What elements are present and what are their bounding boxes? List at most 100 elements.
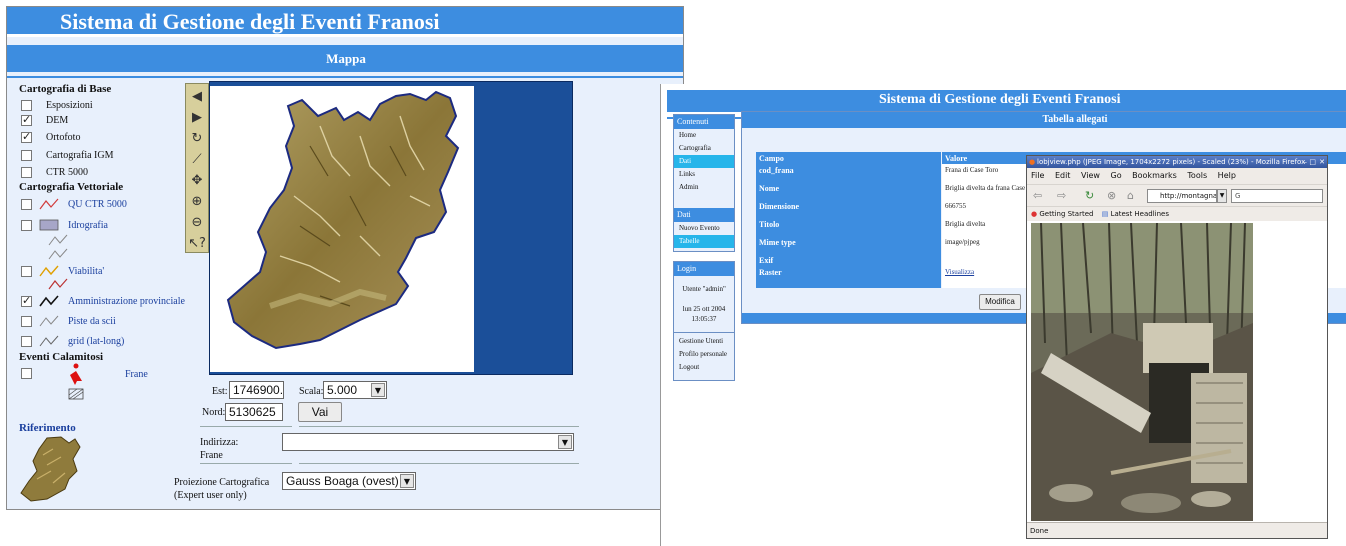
nav-item-dati[interactable]: Dati — [674, 155, 734, 168]
nav-item-tabelle[interactable]: Tabelle — [674, 235, 734, 248]
layer-idrografia[interactable]: Idrografia — [21, 217, 108, 233]
layer-checkbox[interactable] — [21, 335, 32, 347]
projection-select[interactable]: Gauss Boaga (ovest) ▼ — [282, 472, 416, 490]
menu-help[interactable]: Help — [1218, 171, 1236, 180]
layer-checkbox[interactable] — [21, 265, 32, 277]
url-dropdown-icon[interactable]: ▼ — [1217, 189, 1227, 203]
layer-esposizioni[interactable]: Esposizioni — [21, 97, 93, 113]
row-key: Titolo — [756, 218, 942, 236]
zoom-in-icon[interactable]: ⊕ — [187, 191, 207, 211]
app-title: Sistema di Gestione degli Eventi Franosi — [60, 9, 440, 34]
layer-label: Cartografia IGM — [46, 149, 114, 161]
map-toolbar: ◀ ▶ ↻ ⟋ ✥ ⊕ ⊖ ↖? — [185, 83, 209, 253]
map-view[interactable] — [210, 86, 474, 372]
layer-checkbox[interactable] — [21, 294, 32, 307]
layer-qu-ctr-5000[interactable]: QU CTR 5000 — [21, 196, 127, 212]
move-icon[interactable]: ✥ — [187, 170, 207, 190]
maximize-icon[interactable]: □ — [1309, 156, 1316, 168]
layer-checkbox[interactable] — [21, 219, 32, 231]
nav-item-nuovo-evento[interactable]: Nuovo Evento — [674, 222, 734, 235]
est-input[interactable]: 1746900.5 — [229, 381, 284, 399]
layer-amministrazione-provinciale[interactable]: Amministrazione provinciale — [21, 293, 185, 309]
layer-checkbox[interactable] — [21, 149, 32, 161]
layer-label: Piste da scii — [68, 315, 116, 327]
image-viewer-window: ● lobjview.php (JPEG Image, 1704x2272 pi… — [1026, 155, 1328, 539]
nord-label: Nord: — [202, 407, 226, 418]
reference-map-thumbnail — [20, 436, 81, 502]
contents-panel: Contenuti Home Cartografia Dati Links Ad… — [673, 114, 735, 252]
menu-edit[interactable]: Edit — [1055, 171, 1071, 180]
layer-dem[interactable]: DEM — [21, 112, 68, 128]
nav-item-profilo[interactable]: Profilo personale — [674, 348, 734, 361]
nav-item-admin[interactable]: Admin — [674, 181, 734, 194]
layer-grid[interactable]: grid (lat-long) — [21, 333, 124, 349]
layer-piste-da-scii[interactable]: Piste da scii — [21, 313, 116, 329]
bookmark-getting-started[interactable]: Getting Started — [1039, 210, 1093, 218]
search-icon: G — [1235, 192, 1241, 200]
layer-ctr-5000[interactable]: CTR 5000 — [21, 164, 88, 180]
layer-checkbox[interactable] — [21, 198, 32, 210]
menu-view[interactable]: View — [1081, 171, 1100, 180]
map-canvas[interactable] — [209, 81, 573, 375]
base-layers-heading: Cartografia di Base — [19, 83, 112, 95]
minimize-icon[interactable]: – — [1304, 156, 1308, 168]
reload-icon[interactable]: ↻ — [1085, 189, 1094, 202]
app-banner: Sistema di Gestione degli Eventi Franosi — [7, 7, 683, 37]
refresh-icon[interactable]: ↻ — [187, 128, 207, 148]
layer-frane[interactable] — [21, 365, 32, 381]
nav-item-logout[interactable]: Logout — [674, 361, 734, 374]
layer-checkbox[interactable] — [21, 99, 32, 111]
indirizza-sub-label: Frane — [200, 450, 223, 461]
close-icon[interactable]: ✕ — [1319, 156, 1325, 168]
measure-icon[interactable]: ⟋ — [187, 149, 207, 169]
dropdown-arrow-icon[interactable]: ▼ — [558, 435, 572, 449]
nav-item-links[interactable]: Links — [674, 168, 734, 181]
forward-icon[interactable]: ⇨ — [1057, 189, 1066, 202]
url-bar[interactable]: http://montagna — [1147, 189, 1217, 203]
modifica-button[interactable]: Modifica — [979, 294, 1021, 310]
layer-cartografia-igm[interactable]: Cartografia IGM — [21, 147, 113, 163]
search-input[interactable]: G — [1231, 189, 1323, 203]
dropdown-arrow-icon[interactable]: ▼ — [400, 474, 414, 488]
province-map — [226, 90, 460, 350]
login-heading: Login — [674, 262, 734, 276]
scale-select[interactable]: 5.000 ▼ — [323, 381, 387, 399]
layer-checkbox[interactable] — [21, 113, 32, 126]
image-viewport — [1027, 221, 1327, 523]
nav-item-cartografia[interactable]: Cartografia — [674, 142, 734, 155]
window-titlebar: ● lobjview.php (JPEG Image, 1704x2272 pi… — [1027, 156, 1327, 168]
query-icon[interactable]: ↖? — [187, 233, 207, 253]
home-icon[interactable]: ⌂ — [1127, 189, 1134, 202]
bookmark-latest-headlines[interactable]: Latest Headlines — [1111, 210, 1169, 218]
stop-icon[interactable]: ⊗ — [1107, 189, 1116, 202]
nav-item-gestione-utenti[interactable]: Gestione Utenti — [674, 335, 734, 348]
nord-input[interactable]: 5130625 — [225, 403, 283, 421]
layer-ortofoto[interactable]: Ortofoto — [21, 129, 80, 145]
line-symbol-icon — [48, 234, 68, 260]
layer-label: Amministrazione provinciale — [68, 295, 185, 307]
menu-bookmarks[interactable]: Bookmarks — [1132, 171, 1177, 180]
pan-right-icon[interactable]: ▶ — [187, 107, 207, 127]
layer-label: Ortofoto — [46, 131, 81, 143]
divider — [299, 463, 579, 464]
vai-button[interactable]: Vai — [298, 402, 342, 422]
nav-item-home[interactable]: Home — [674, 129, 734, 142]
reference-heading: Riferimento — [19, 422, 76, 434]
menu-tools[interactable]: Tools — [1187, 171, 1207, 180]
layer-checkbox[interactable] — [21, 367, 32, 379]
menu-go[interactable]: Go — [1111, 171, 1122, 180]
menu-file[interactable]: File — [1031, 171, 1044, 180]
divider — [200, 463, 292, 464]
zoom-out-icon[interactable]: ⊖ — [187, 212, 207, 232]
login-time: 13:05:37 — [691, 315, 717, 323]
pan-left-icon[interactable]: ◀ — [187, 86, 207, 106]
proiezione-sub-label: (Expert user only) — [174, 490, 247, 501]
back-icon[interactable]: ⇦ — [1033, 189, 1042, 202]
layer-checkbox[interactable] — [21, 315, 32, 327]
dropdown-arrow-icon[interactable]: ▼ — [371, 383, 385, 397]
layer-checkbox[interactable] — [21, 166, 32, 178]
landslide-photo — [1031, 223, 1253, 521]
layer-label: Idrografia — [68, 219, 108, 231]
indirizza-select[interactable]: ▼ — [282, 433, 574, 451]
layer-checkbox[interactable] — [21, 130, 32, 143]
